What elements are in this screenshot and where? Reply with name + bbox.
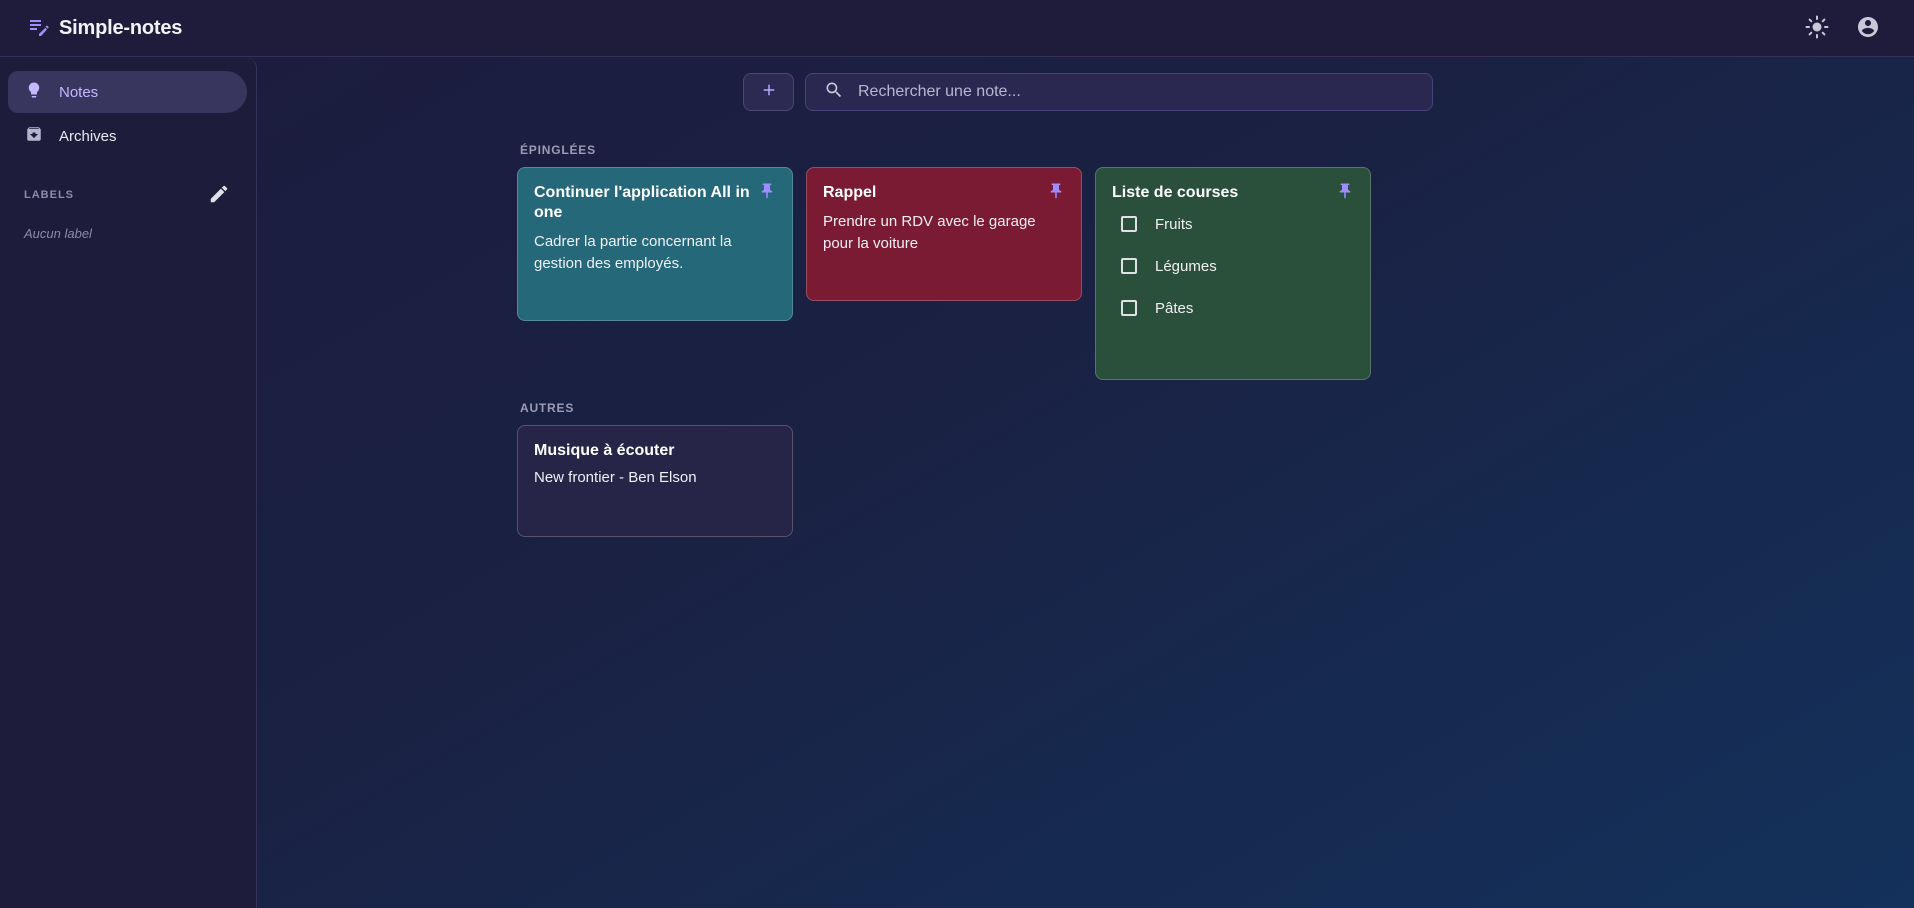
top-bar: Simple-notes [0,0,1914,57]
note-card[interactable]: Musique à écouter New frontier - Ben Els… [517,425,793,537]
sidebar-item-notes[interactable]: Notes [8,71,247,113]
pin-icon[interactable] [1047,182,1065,200]
plus-icon [760,81,778,104]
pin-icon[interactable] [758,182,776,200]
sidebar-item-label: Archives [59,127,117,145]
note-body: Prendre un RDV avec le garage pour la vo… [823,213,1036,252]
pencil-icon [208,183,230,210]
search-bar [805,73,1433,111]
note-card[interactable]: Liste de courses Fruits Légumes Pâtes [1095,167,1371,380]
checklist-item-label: Légumes [1155,257,1217,275]
note-title: Continuer l'application All in one [534,184,750,221]
lightbulb-icon [25,81,43,104]
others-section-title: AUTRES [520,401,575,415]
archive-icon [25,125,43,148]
sidebar: Notes Archives LABELS Aucun label [0,58,257,908]
note-card[interactable]: Rappel Prendre un RDV avec le garage pou… [806,167,1082,301]
note-card[interactable]: Continuer l'application All in one Cadre… [517,167,793,321]
pinned-section-title: ÉPINGLÉES [520,143,596,157]
account-circle-icon [1856,15,1880,44]
checklist-item-label: Pâtes [1155,299,1194,317]
edit-notes-icon [27,14,51,43]
note-title: Rappel [823,184,877,201]
sidebar-item-archives[interactable]: Archives [8,115,247,157]
note-body: Cadrer la partie concernant la gestion d… [534,233,732,272]
app-title: Simple-notes [59,17,183,39]
search-icon [824,80,844,105]
checklist-item: Pâtes [1112,287,1354,329]
note-title: Liste de courses [1112,184,1239,201]
checklist-item: Légumes [1112,245,1354,287]
pin-icon[interactable] [1336,182,1354,200]
checkbox[interactable] [1121,258,1137,274]
theme-toggle-button[interactable] [1803,15,1831,43]
brand[interactable]: Simple-notes [27,14,182,43]
add-note-button[interactable] [743,73,794,111]
checklist-item: Fruits [1112,203,1354,245]
no-labels-text: Aucun label [24,226,92,241]
checkbox[interactable] [1121,300,1137,316]
sun-icon [1805,15,1829,44]
search-input[interactable] [856,82,1400,102]
checkbox[interactable] [1121,216,1137,232]
note-body: New frontier - Ben Elson [534,469,697,486]
edit-labels-button[interactable] [206,183,232,209]
checklist-item-label: Fruits [1155,215,1193,233]
sidebar-item-label: Notes [59,83,99,101]
labels-heading: LABELS [24,189,74,201]
note-title: Musique à écouter [534,442,675,459]
account-button[interactable] [1854,15,1882,43]
